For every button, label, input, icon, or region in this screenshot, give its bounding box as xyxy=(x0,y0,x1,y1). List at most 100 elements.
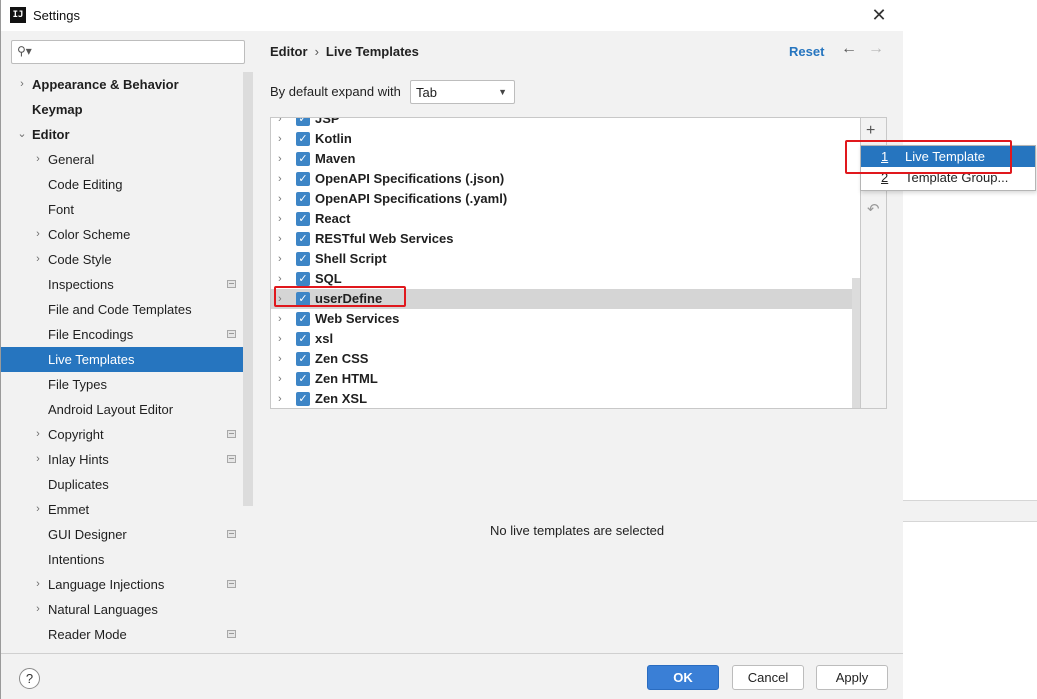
checkbox-checked-icon[interactable]: ✓ xyxy=(296,352,310,366)
sidebar-item[interactable]: Android Layout Editor xyxy=(1,397,243,422)
help-button[interactable]: ? xyxy=(19,668,40,689)
chevron-right-icon[interactable]: › xyxy=(278,369,282,389)
chevron-right-icon[interactable]: › xyxy=(278,209,282,229)
template-group-row[interactable]: › ✓ JSP xyxy=(271,117,860,129)
template-group-row[interactable]: › ✓ OpenAPI Specifications (.json) xyxy=(271,169,860,189)
chevron-icon[interactable]: › xyxy=(32,572,44,597)
template-group-row[interactable]: › ✓ Kotlin xyxy=(271,129,860,149)
checkbox-checked-icon[interactable]: ✓ xyxy=(296,252,310,266)
template-group-row[interactable]: › ✓ Zen HTML xyxy=(271,369,860,389)
sidebar-item[interactable]: › Appearance & Behavior xyxy=(1,72,243,97)
sidebar-item[interactable]: Code Editing xyxy=(1,172,243,197)
chevron-icon[interactable]: › xyxy=(32,447,44,472)
sidebar-item[interactable]: ⌄ Editor xyxy=(1,122,243,147)
chevron-right-icon[interactable]: › xyxy=(278,189,282,209)
chevron-right-icon[interactable]: › xyxy=(278,149,282,169)
sidebar-item[interactable]: File and Code Templates xyxy=(1,297,243,322)
sidebar-item[interactable]: › Emmet xyxy=(1,497,243,522)
sidebar-item[interactable]: File Encodings xyxy=(1,322,243,347)
cancel-button[interactable]: Cancel xyxy=(732,665,804,690)
breadcrumb-parent[interactable]: Editor xyxy=(270,44,308,59)
sidebar-item[interactable]: › Language Injections xyxy=(1,572,243,597)
sidebar-item[interactable]: Live Templates xyxy=(1,347,243,372)
chevron-right-icon[interactable]: › xyxy=(278,249,282,269)
template-group-row[interactable]: › ✓ React xyxy=(271,209,860,229)
checkbox-checked-icon[interactable]: ✓ xyxy=(296,132,310,146)
sidebar-item[interactable]: Font xyxy=(1,197,243,222)
template-group-name: Zen XSL xyxy=(315,391,368,406)
sidebar-item-label: Font xyxy=(48,202,75,217)
sidebar-item[interactable]: Reader Mode xyxy=(1,622,243,647)
sidebar-item[interactable]: Inspections xyxy=(1,272,243,297)
checkbox-checked-icon[interactable]: ✓ xyxy=(296,332,310,346)
chevron-right-icon[interactable]: › xyxy=(278,349,282,369)
chevron-right-icon[interactable]: › xyxy=(278,118,282,129)
sidebar-item[interactable]: File Types xyxy=(1,372,243,397)
checkbox-checked-icon[interactable]: ✓ xyxy=(296,372,310,386)
chevron-icon[interactable]: › xyxy=(32,497,44,522)
sidebar-item[interactable]: GUI Designer xyxy=(1,522,243,547)
chevron-right-icon[interactable]: › xyxy=(278,229,282,249)
checkbox-checked-icon[interactable]: ✓ xyxy=(296,212,310,226)
sidebar-item-label: GUI Designer xyxy=(48,527,127,542)
template-list-scrollbar[interactable] xyxy=(852,278,860,408)
chevron-icon[interactable]: › xyxy=(16,72,28,97)
sidebar-item[interactable]: Intentions xyxy=(1,547,243,572)
undo-icon[interactable]: ↶ xyxy=(867,200,880,218)
chevron-icon[interactable]: › xyxy=(32,222,44,247)
sidebar-item-label: Intentions xyxy=(48,552,105,567)
chevron-right-icon[interactable]: › xyxy=(278,389,282,408)
sidebar-item-label: Reader Mode xyxy=(48,627,127,642)
checkbox-checked-icon[interactable]: ✓ xyxy=(296,312,310,326)
sidebar-item[interactable]: › General xyxy=(1,147,243,172)
sidebar-item-label: Copyright xyxy=(48,427,104,442)
sidebar-item[interactable]: › Copyright xyxy=(1,422,243,447)
template-group-row[interactable]: › ✓ xsl xyxy=(271,329,860,349)
checkbox-checked-icon[interactable]: ✓ xyxy=(296,192,310,206)
sidebar-item[interactable]: Duplicates xyxy=(1,472,243,497)
sidebar-item-label: Color Scheme xyxy=(48,227,131,242)
add-icon[interactable]: + xyxy=(866,122,875,140)
apply-button[interactable]: Apply xyxy=(816,665,888,690)
checkbox-checked-icon[interactable]: ✓ xyxy=(296,272,310,286)
template-group-row[interactable]: › ✓ Shell Script xyxy=(271,249,860,269)
chevron-right-icon[interactable]: › xyxy=(278,129,282,149)
checkbox-checked-icon[interactable]: ✓ xyxy=(296,172,310,186)
chevron-right-icon[interactable]: › xyxy=(278,329,282,349)
sidebar-item[interactable]: › Inlay Hints xyxy=(1,447,243,472)
ok-button[interactable]: OK xyxy=(647,665,719,690)
sidebar-item[interactable]: Keymap xyxy=(1,97,243,122)
reset-link[interactable]: Reset xyxy=(789,44,824,59)
checkbox-checked-icon[interactable]: ✓ xyxy=(296,232,310,246)
chevron-icon[interactable]: › xyxy=(32,247,44,272)
template-group-row[interactable]: › ✓ Zen CSS xyxy=(271,349,860,369)
template-group-row[interactable]: › ✓ Web Services xyxy=(271,309,860,329)
close-icon[interactable]: ✕ xyxy=(867,4,891,26)
template-group-name: OpenAPI Specifications (.json) xyxy=(315,171,505,186)
expand-with-value: Tab xyxy=(416,85,437,100)
checkbox-checked-icon[interactable]: ✓ xyxy=(296,392,310,406)
template-group-row[interactable]: › ✓ Zen XSL xyxy=(271,389,860,408)
expand-with-select[interactable]: Tab ▼ xyxy=(410,80,515,104)
sidebar-item[interactable]: › Code Style xyxy=(1,247,243,272)
settings-tree: › Appearance & Behavior Keymap ⌄ Editor › Gene… xyxy=(1,72,243,647)
template-group-row[interactable]: › ✓ Maven xyxy=(271,149,860,169)
chevron-icon[interactable]: ⌄ xyxy=(16,122,28,147)
chevron-right-icon[interactable]: › xyxy=(278,169,282,189)
template-group-row[interactable]: › ✓ OpenAPI Specifications (.yaml) xyxy=(271,189,860,209)
checkbox-checked-icon[interactable]: ✓ xyxy=(296,118,310,126)
search-icon: ⚲▾ xyxy=(17,44,32,58)
back-arrow-icon[interactable]: ← xyxy=(841,40,857,58)
sidebar-item[interactable]: › Natural Languages xyxy=(1,597,243,622)
sidebar-scrollbar[interactable] xyxy=(243,72,253,506)
forward-arrow-icon[interactable]: → xyxy=(868,40,884,58)
checkbox-checked-icon[interactable]: ✓ xyxy=(296,152,310,166)
search-input[interactable]: ⚲▾ xyxy=(11,40,245,64)
template-group-row[interactable]: › ✓ RESTful Web Services xyxy=(271,229,860,249)
template-group-name: JSP xyxy=(315,117,340,126)
chevron-icon[interactable]: › xyxy=(32,147,44,172)
chevron-right-icon[interactable]: › xyxy=(278,309,282,329)
sidebar-item[interactable]: › Color Scheme xyxy=(1,222,243,247)
chevron-icon[interactable]: › xyxy=(32,597,44,622)
chevron-icon[interactable]: › xyxy=(32,422,44,447)
